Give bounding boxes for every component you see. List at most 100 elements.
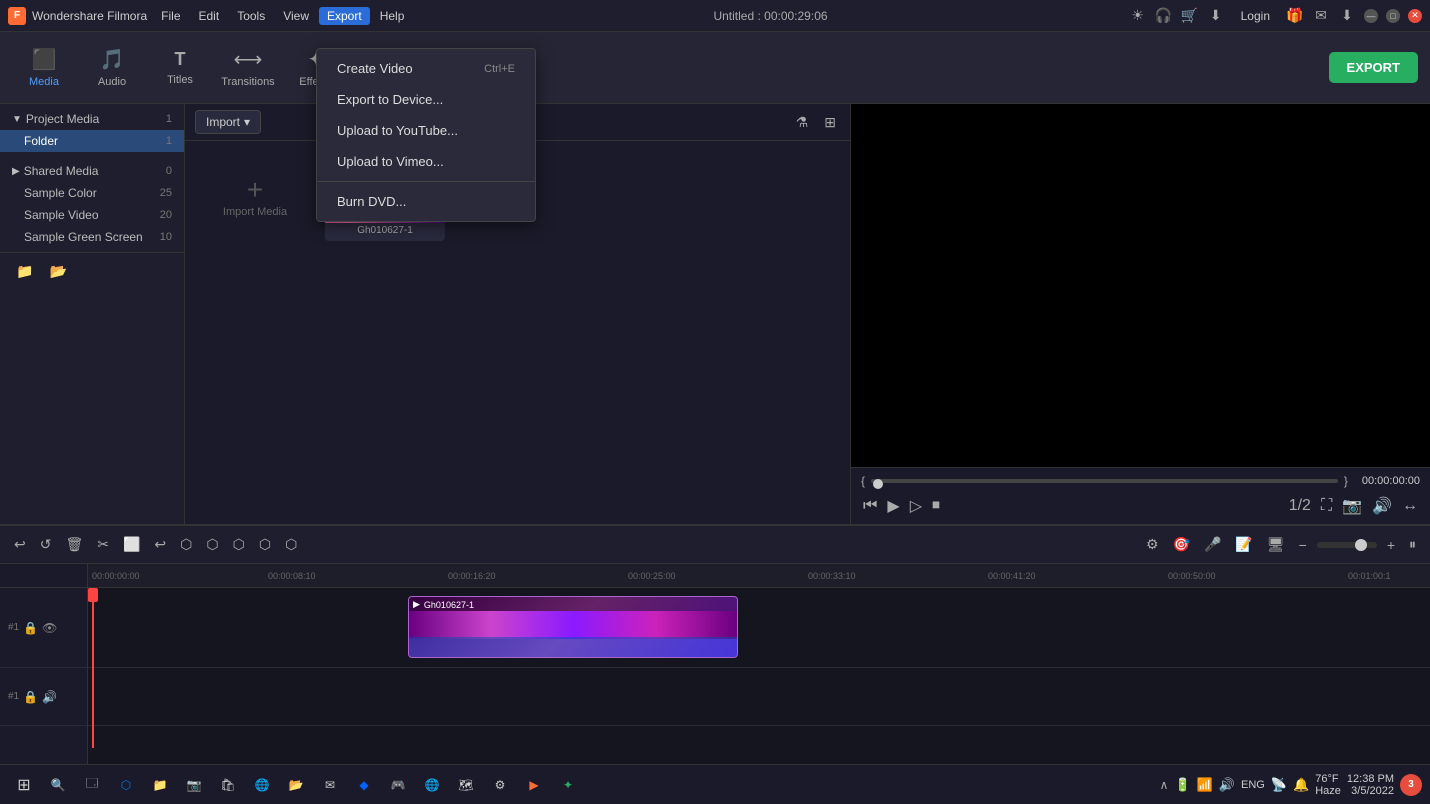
video-clip[interactable]: ▶ Gh010627-1 xyxy=(408,596,738,658)
monitor-icon[interactable]: 🖥 xyxy=(1263,534,1289,555)
panel-shared-media[interactable]: ▶ Shared Media 0 xyxy=(0,160,184,182)
eye-icon[interactable]: 👁 xyxy=(42,621,57,635)
minimize-button[interactable]: — xyxy=(1364,9,1378,23)
settings-icon[interactable]: ⚙ xyxy=(1142,534,1163,555)
panel-sample-green[interactable]: Sample Green Screen 10 xyxy=(0,226,184,248)
taskbar-mail[interactable]: ✉ xyxy=(314,769,346,801)
redo-button[interactable]: ↺ xyxy=(36,534,56,555)
menu-item-tools[interactable]: Tools xyxy=(229,7,273,25)
headset-icon[interactable]: 🎧 xyxy=(1155,7,1173,25)
tool-audio[interactable]: 🎵 Audio xyxy=(80,36,144,100)
menu-item-export[interactable]: Export xyxy=(319,7,370,25)
taskview-button[interactable]: 🗔 xyxy=(76,769,108,801)
cart-icon[interactable]: 🛒 xyxy=(1181,7,1199,25)
play-button[interactable]: ▶ xyxy=(885,494,901,518)
prev-frame-button[interactable]: ⏮ xyxy=(861,495,879,517)
audio-track-icon[interactable]: ↔ xyxy=(1400,495,1420,517)
taskbar-edge2[interactable]: 🌐 xyxy=(246,769,278,801)
mark-in-icon[interactable]: { xyxy=(861,474,865,488)
full-screen-icon[interactable]: ⛶ xyxy=(1319,495,1334,517)
import-placeholder[interactable]: + Import Media xyxy=(195,151,315,241)
track-target-icon[interactable]: 🎯 xyxy=(1169,534,1194,555)
text-icon[interactable]: 📝 xyxy=(1231,534,1256,555)
pan-button[interactable]: ⬡ xyxy=(202,534,222,555)
panel-sample-video[interactable]: Sample Video 20 xyxy=(0,204,184,226)
zoom-out-icon[interactable]: − xyxy=(1295,535,1311,555)
taskbar-files2[interactable]: 📂 xyxy=(280,769,312,801)
record-icon[interactable]: 🎤 xyxy=(1200,534,1225,555)
crop-button[interactable]: ⬜ xyxy=(119,534,144,555)
taskbar-settings[interactable]: ⚙ xyxy=(484,769,516,801)
export-button[interactable]: EXPORT xyxy=(1329,52,1418,83)
taskbar-edge[interactable]: ⬡ xyxy=(110,769,142,801)
light-icon[interactable]: ☀ xyxy=(1129,7,1147,25)
taskbar-files[interactable]: 📁 xyxy=(144,769,176,801)
taskbar-dropbox[interactable]: ◆ xyxy=(348,769,380,801)
zoom-in-icon[interactable]: + xyxy=(1383,535,1399,555)
maximize-button[interactable]: □ xyxy=(1386,9,1400,23)
menu-item-view[interactable]: View xyxy=(275,7,317,25)
zoom-slider[interactable] xyxy=(1317,542,1377,548)
stabilize-button[interactable]: ⬡ xyxy=(255,534,275,555)
undo-button[interactable]: ↩ xyxy=(10,534,30,555)
gift-icon[interactable]: 🎁 xyxy=(1286,7,1304,25)
taskbar-map[interactable]: 🗺 xyxy=(450,769,482,801)
panel-folder[interactable]: Folder 1 xyxy=(0,130,184,152)
tray-icon-2[interactable]: 📶 xyxy=(1197,777,1213,793)
search-taskbar[interactable]: 🔍 xyxy=(42,769,74,801)
play-alt-button[interactable]: ▷ xyxy=(908,494,924,518)
upload-youtube-item[interactable]: Upload to YouTube... xyxy=(317,115,535,146)
taskbar-browser[interactable]: 🌐 xyxy=(416,769,448,801)
taskbar-filmora[interactable]: ✦ xyxy=(552,769,584,801)
panel-sample-color[interactable]: Sample Color 25 xyxy=(0,182,184,204)
tray-icon-3[interactable]: 🔊 xyxy=(1219,777,1235,793)
start-button[interactable]: ⊞ xyxy=(8,769,40,801)
snapshot-icon[interactable]: 📷 xyxy=(1340,494,1364,518)
menu-item-edit[interactable]: Edit xyxy=(191,7,228,25)
stop-button[interactable]: ⏹ xyxy=(930,495,942,517)
tool-media[interactable]: ⬛ Media xyxy=(12,36,76,100)
close-button[interactable]: ✕ xyxy=(1408,9,1422,23)
preview-slider[interactable] xyxy=(871,479,1338,483)
language-label[interactable]: ENG xyxy=(1241,779,1265,791)
audio-detach-button[interactable]: ⬡ xyxy=(281,534,301,555)
panel-project-media[interactable]: ▼ Project Media 1 xyxy=(0,108,184,130)
delete-button[interactable]: 🗑 xyxy=(61,534,87,555)
wifi-icon[interactable]: 📡 xyxy=(1271,777,1287,793)
create-video-item[interactable]: Create Video Ctrl+E xyxy=(317,53,535,84)
tray-icon-1[interactable]: 🔋 xyxy=(1174,777,1190,793)
filter-icon[interactable]: ⚗ xyxy=(792,112,813,133)
audio-volume-icon[interactable]: 🔊 xyxy=(42,690,57,704)
mail-icon[interactable]: ✉ xyxy=(1312,7,1330,25)
audio-lock-icon[interactable]: 🔒 xyxy=(23,690,38,704)
import-button[interactable]: Import ▾ xyxy=(195,110,261,134)
taskbar-media-player[interactable]: ▶ xyxy=(518,769,550,801)
notification-bell[interactable]: 🔔 xyxy=(1293,777,1309,793)
lock-icon[interactable]: 🔒 xyxy=(23,621,38,635)
download-icon[interactable]: ⬇ xyxy=(1338,7,1356,25)
weather-widget[interactable]: 76°F Haze xyxy=(1315,773,1341,797)
tool-titles[interactable]: T Titles xyxy=(148,36,212,100)
taskbar-camera[interactable]: 📷 xyxy=(178,769,210,801)
notification-badge[interactable]: 3 xyxy=(1400,774,1422,796)
menu-item-file[interactable]: File xyxy=(153,7,188,25)
panel-add-folder-icon[interactable]: 📁 xyxy=(12,261,37,282)
taskbar-store[interactable]: 🛍 xyxy=(212,769,244,801)
taskbar-game[interactable]: 🎮 xyxy=(382,769,414,801)
download-apps-icon[interactable]: ⬇ xyxy=(1207,7,1225,25)
correct-button[interactable]: ⬡ xyxy=(229,534,249,555)
tray-expand-icon[interactable]: ∧ xyxy=(1160,778,1169,792)
cut-button[interactable]: ✂ xyxy=(93,534,113,555)
panel-new-folder-icon[interactable]: 📂 xyxy=(45,261,70,282)
tool-transitions[interactable]: ⟷ Transitions xyxy=(216,36,280,100)
grid-icon[interactable]: ⊞ xyxy=(820,112,840,133)
clock[interactable]: 12:38 PM 3/5/2022 xyxy=(1347,773,1394,797)
upload-vimeo-item[interactable]: Upload to Vimeo... xyxy=(317,146,535,177)
burn-dvd-item[interactable]: Burn DVD... xyxy=(317,186,535,217)
freeze-button[interactable]: ⬡ xyxy=(176,534,196,555)
preview-slider-thumb[interactable] xyxy=(873,479,883,489)
export-to-device-item[interactable]: Export to Device... xyxy=(317,84,535,115)
menu-item-help[interactable]: Help xyxy=(372,7,413,25)
pause-icon[interactable]: ⏸ xyxy=(1405,534,1420,555)
login-button[interactable]: Login xyxy=(1233,8,1278,24)
